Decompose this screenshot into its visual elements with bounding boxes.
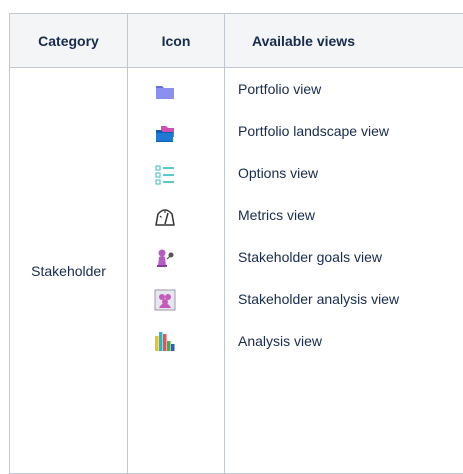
view-link-metrics: Metrics view [238, 205, 315, 225]
header-category: Category [10, 14, 128, 68]
bar-chart-icon [154, 330, 176, 352]
view-link-stakeholder-goals: Stakeholder goals view [238, 247, 382, 267]
checklist-icon [154, 164, 176, 186]
gauge-icon [154, 206, 176, 228]
table-row: Stakeholder [10, 68, 463, 474]
category-cell: Stakeholder [10, 68, 128, 474]
header-icon: Icon [128, 14, 225, 68]
view-link-portfolio: Portfolio view [238, 79, 321, 99]
views-table: Category Icon Available views Stakeholde… [9, 13, 463, 474]
people-icon [154, 289, 176, 311]
view-link-options: Options view [238, 163, 318, 183]
folder-icon [154, 81, 176, 103]
folder-stack-icon [154, 123, 176, 145]
views-cell: Portfolio view Portfolio landscape view … [225, 68, 463, 474]
view-link-stakeholder-analysis: Stakeholder analysis view [238, 289, 399, 309]
views-table-container: Category Icon Available views Stakeholde… [9, 13, 463, 474]
table-header-row: Category Icon Available views [10, 14, 463, 68]
view-link-analysis: Analysis view [238, 331, 322, 351]
view-link-portfolio-landscape: Portfolio landscape view [238, 121, 389, 141]
stakeholder-target-icon [154, 247, 176, 269]
icons-cell [128, 68, 225, 474]
header-available-views: Available views [225, 14, 463, 68]
